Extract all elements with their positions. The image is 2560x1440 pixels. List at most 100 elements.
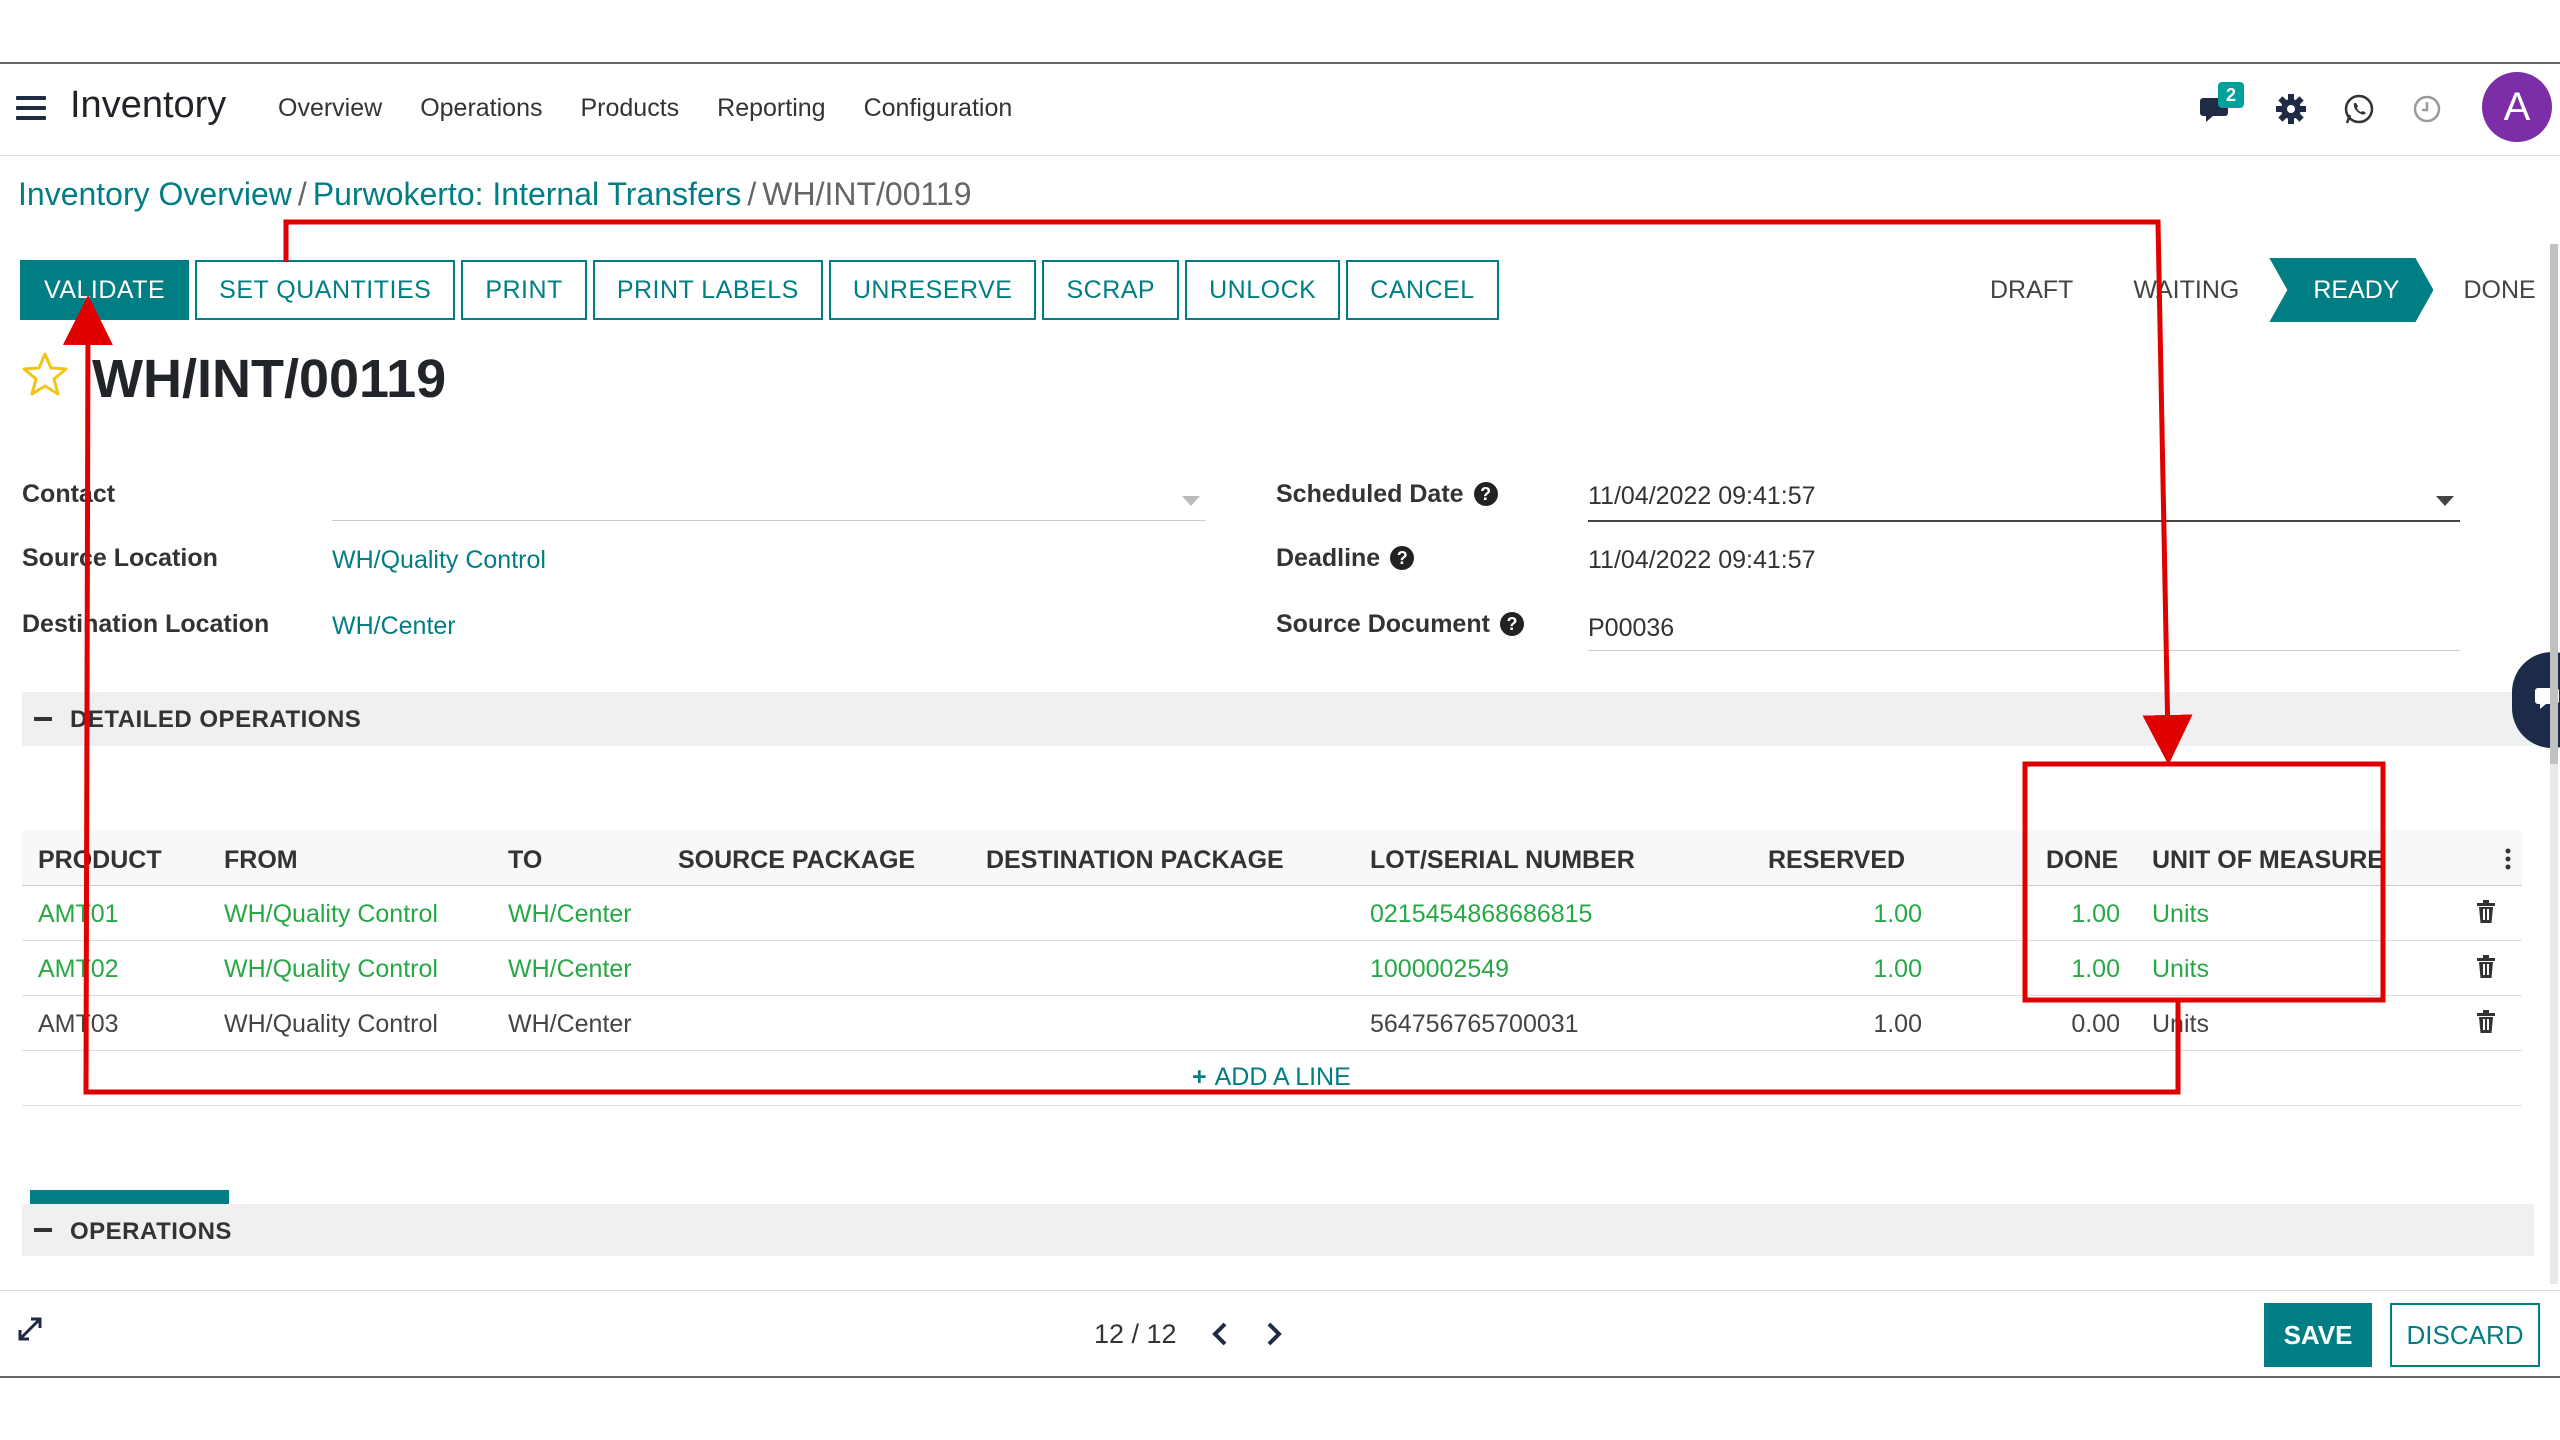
help-icon[interactable]: ? <box>1390 546 1415 570</box>
trash-icon[interactable] <box>2476 955 2496 979</box>
stage-done[interactable]: DONE <box>2433 258 2560 322</box>
whatsapp-icon[interactable] <box>2342 92 2376 126</box>
row-uom: Units <box>2152 900 2209 928</box>
stage-draft[interactable]: DRAFT <box>1960 258 2103 322</box>
app-name[interactable]: Inventory <box>70 84 226 127</box>
scrollbar[interactable] <box>2550 244 2558 1284</box>
status-bar: DRAFT WAITING READY DONE <box>1960 258 2560 322</box>
validate-button[interactable]: VALIDATE <box>20 260 190 320</box>
main-menu: Overview Operations Products Reporting C… <box>260 94 1032 123</box>
contact-underline <box>332 520 1206 521</box>
menu-overview[interactable]: Overview <box>278 94 402 123</box>
help-icon[interactable]: ? <box>1499 612 1524 636</box>
chevron-right-icon[interactable] <box>1264 1321 1284 1347</box>
source-document-label-text: Source Document <box>1276 610 1490 638</box>
user-avatar[interactable]: A <box>2482 72 2552 142</box>
table-row[interactable]: AMT01 WH/Quality Control WH/Center 02154… <box>22 886 2522 941</box>
column-destination-package[interactable]: DESTINATION PACKAGE <box>986 846 1284 875</box>
row-lot: 1000002549 <box>1370 955 1510 983</box>
contact-field[interactable] <box>332 480 1202 512</box>
row-done[interactable]: 1.00 <box>1942 955 2120 984</box>
menu-operations[interactable]: Operations <box>420 94 562 123</box>
scrap-button[interactable]: SCRAP <box>1042 260 1180 320</box>
help-icon[interactable]: ? <box>1473 482 1498 506</box>
section-title[interactable]: DETAILED OPERATIONS <box>70 706 361 734</box>
breadcrumb-inventory-overview[interactable]: Inventory Overview <box>18 176 292 212</box>
stage-ready[interactable]: READY <box>2269 258 2433 322</box>
chat-badge: 2 <box>2218 82 2244 108</box>
row-reserved: 1.00 <box>1873 900 1922 928</box>
table-row[interactable]: AMT03 WH/Quality Control WH/Center 56475… <box>22 996 2522 1051</box>
menu-reporting[interactable]: Reporting <box>717 94 845 123</box>
unlock-button[interactable]: UNLOCK <box>1185 260 1341 320</box>
collapse-minus-icon[interactable] <box>34 717 52 721</box>
breadcrumb-internal-transfers[interactable]: Purwokerto: Internal Transfers <box>313 176 742 212</box>
destination-location-label: Destination Location <box>22 610 270 638</box>
chevron-left-icon[interactable] <box>1210 1321 1230 1347</box>
column-source-package[interactable]: SOURCE PACKAGE <box>678 846 915 875</box>
source-document-input[interactable]: P00036 <box>1588 614 1674 643</box>
column-to[interactable]: TO <box>508 846 542 875</box>
expand-icon[interactable] <box>16 1315 44 1343</box>
row-from: WH/Quality Control <box>224 900 438 928</box>
scheduled-date-input[interactable]: 11/04/2022 09:41:57 <box>1588 482 1816 511</box>
trash-icon[interactable] <box>2476 900 2496 924</box>
print-labels-button[interactable]: PRINT LABELS <box>592 260 823 320</box>
row-to: WH/Center <box>508 900 632 928</box>
trash-icon[interactable] <box>2476 1010 2496 1034</box>
row-lot: 564756765700031 <box>1370 1010 1579 1038</box>
save-button[interactable]: SAVE <box>2264 1303 2372 1367</box>
hamburger-menu-icon[interactable] <box>16 96 46 120</box>
scheduled-date-dropdown-icon[interactable] <box>2436 496 2454 506</box>
row-done[interactable]: 0.00 <box>1942 1010 2120 1039</box>
add-a-line-link[interactable]: + ADD A LINE <box>1192 1063 1351 1092</box>
scrollbar-thumb[interactable] <box>2550 244 2558 764</box>
scheduled-date-label-text: Scheduled Date <box>1276 480 1464 508</box>
breadcrumb: Inventory Overview / Purwokerto: Internal … <box>18 176 972 213</box>
destination-location-value[interactable]: WH/Center <box>332 612 456 641</box>
optional-columns-icon[interactable] <box>2504 846 2512 872</box>
source-location-value[interactable]: WH/Quality Control <box>332 546 546 575</box>
row-from: WH/Quality Control <box>224 1010 438 1038</box>
discard-button[interactable]: DISCARD <box>2390 1303 2540 1367</box>
row-lot: 0215454868686815 <box>1370 900 1593 928</box>
set-quantities-button[interactable]: SET QUANTITIES <box>195 260 456 320</box>
star-icon[interactable] <box>20 350 70 400</box>
column-lot-serial[interactable]: LOT/SERIAL NUMBER <box>1370 846 1635 875</box>
row-to: WH/Center <box>508 955 632 983</box>
table-header: PRODUCT FROM TO SOURCE PACKAGE DESTINATI… <box>22 830 2522 886</box>
unreserve-button[interactable]: UNRESERVE <box>828 260 1037 320</box>
top-navbar: Inventory Overview Operations Products R… <box>0 64 2560 156</box>
menu-products[interactable]: Products <box>580 94 699 123</box>
column-reserved[interactable]: RESERVED <box>1768 846 1905 875</box>
menu-configuration[interactable]: Configuration <box>864 94 1033 123</box>
column-product[interactable]: PRODUCT <box>38 846 162 875</box>
source-document-underline <box>1588 650 2460 651</box>
column-unit-of-measure[interactable]: UNIT OF MEASURE <box>2152 846 2384 875</box>
breadcrumb-current: WH/INT/00119 <box>762 176 972 212</box>
source-document-label: Source Document? <box>1276 610 1524 639</box>
breadcrumb-separator: / <box>747 176 757 212</box>
row-reserved: 1.00 <box>1873 1010 1922 1038</box>
row-done[interactable]: 1.00 <box>1942 900 2120 929</box>
row-product: AMT02 <box>38 955 119 983</box>
gear-icon[interactable] <box>2274 92 2308 126</box>
print-button[interactable]: PRINT <box>461 260 587 320</box>
cancel-button[interactable]: CANCEL <box>1346 260 1499 320</box>
section-title[interactable]: OPERATIONS <box>70 1218 232 1246</box>
table-row[interactable]: AMT02 WH/Quality Control WH/Center 10000… <box>22 941 2522 996</box>
pager-value[interactable]: 12 / 12 <box>1094 1319 1177 1350</box>
contact-dropdown-icon[interactable] <box>1182 496 1200 506</box>
column-from[interactable]: FROM <box>224 846 298 875</box>
scheduled-date-underline <box>1588 520 2460 522</box>
collapse-minus-icon[interactable] <box>34 1228 52 1232</box>
stage-waiting[interactable]: WAITING <box>2103 258 2269 322</box>
row-uom: Units <box>2152 955 2209 983</box>
clock-icon[interactable] <box>2410 92 2444 126</box>
scheduled-date-label: Scheduled Date? <box>1276 480 1498 509</box>
column-done[interactable]: DONE <box>2046 846 2118 875</box>
row-uom: Units <box>2152 1010 2209 1038</box>
footer-bar: 12 / 12 SAVE DISCARD <box>0 1290 2560 1376</box>
chat-icon[interactable]: 2 <box>2200 82 2244 126</box>
row-from: WH/Quality Control <box>224 955 438 983</box>
